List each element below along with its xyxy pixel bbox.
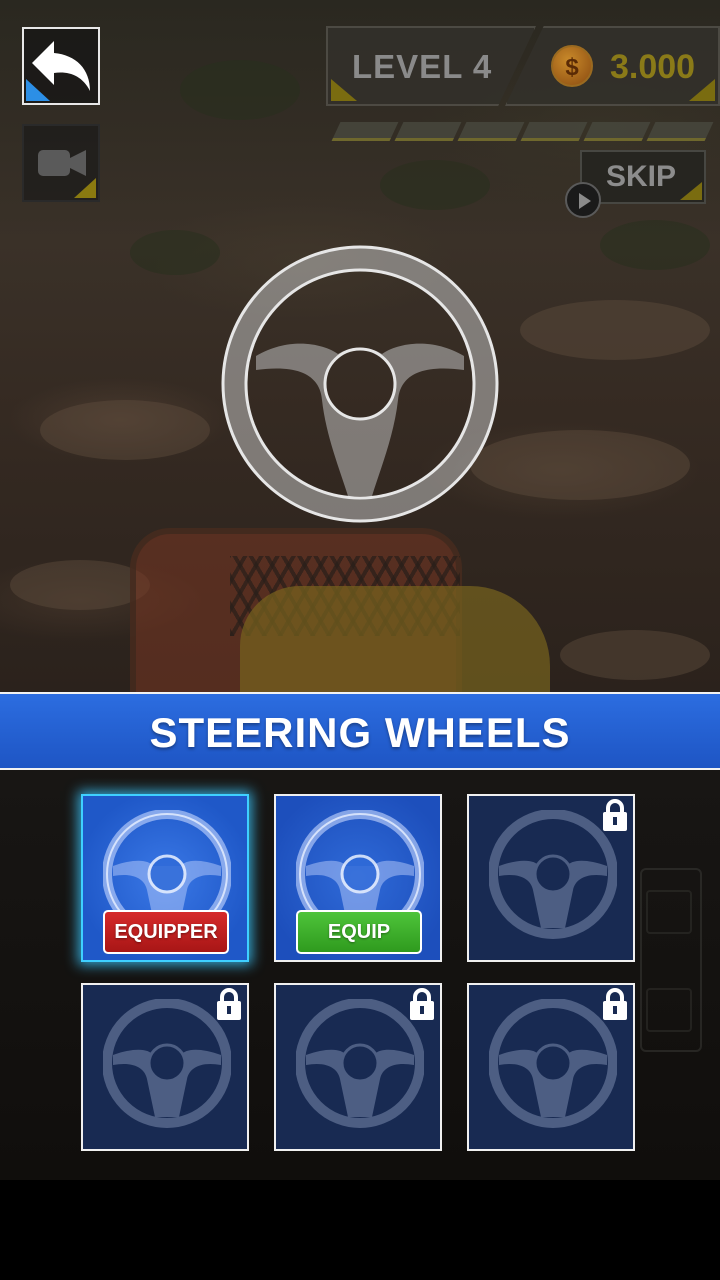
steering-wheel-icon <box>489 810 617 939</box>
bush <box>600 220 710 270</box>
vehicle-cover <box>240 586 550 692</box>
wheel-tile-locked[interactable] <box>81 983 249 1151</box>
wheel-tile-locked[interactable] <box>467 983 635 1151</box>
level-label: LEVEL 4 <box>352 48 493 85</box>
back-button[interactable] <box>22 27 100 105</box>
bush <box>380 160 490 210</box>
rock <box>40 400 210 460</box>
section-title: STEERING WHEELS <box>149 709 571 756</box>
wheel-tile-owned[interactable]: EQUIP <box>274 794 442 962</box>
wheel-tile-locked[interactable] <box>274 983 442 1151</box>
section-banner: STEERING WHEELS <box>0 692 720 770</box>
wheel-tile-locked[interactable] <box>467 794 635 962</box>
bush <box>130 230 220 275</box>
corner-accent <box>680 182 702 200</box>
steering-wheel-icon <box>103 999 231 1128</box>
coin-count: 3.000 <box>610 48 696 86</box>
rock <box>520 300 710 360</box>
skip-label[interactable]: SKIP <box>606 160 676 194</box>
rock <box>470 430 690 500</box>
camera-button[interactable] <box>22 124 100 202</box>
progress-segment <box>646 122 714 141</box>
corner-accent <box>26 79 50 101</box>
steering-wheel-icon <box>296 999 424 1128</box>
lock-icon <box>217 988 241 1020</box>
steering-wheel-preview-icon <box>220 240 500 528</box>
background-panel <box>640 868 702 1052</box>
progress-segment <box>520 122 588 141</box>
rock <box>560 630 710 680</box>
wheel-tile-equipped[interactable]: EQUIPPER <box>81 794 249 962</box>
lock-icon <box>410 988 434 1020</box>
progress-segment <box>583 122 651 141</box>
equip-button[interactable]: EQUIP <box>296 910 422 954</box>
progress-segment <box>457 122 525 141</box>
play-icon[interactable] <box>565 182 601 218</box>
coin-icon: $ <box>551 45 593 87</box>
bush <box>180 60 300 120</box>
level-progress-bar <box>330 122 714 141</box>
steering-wheel-icon <box>489 999 617 1128</box>
progress-segment <box>331 122 399 141</box>
equipper-button[interactable]: EQUIPPER <box>103 910 229 954</box>
progress-segment <box>394 122 462 141</box>
rock <box>10 560 150 610</box>
lock-icon <box>603 988 627 1020</box>
lock-icon <box>603 799 627 831</box>
corner-accent <box>74 178 96 198</box>
